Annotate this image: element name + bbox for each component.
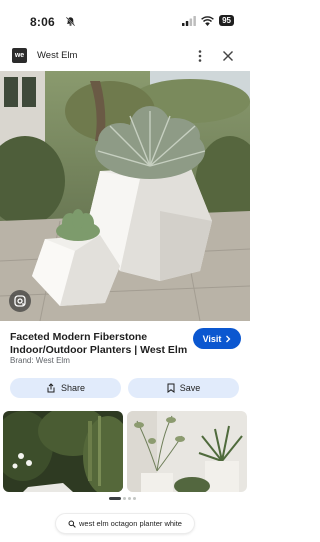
product-title[interactable]: Faceted Modern Fiberstone Indoor/Outdoor…	[10, 331, 190, 357]
related-image[interactable]	[3, 411, 123, 492]
status-indicators: 95	[182, 15, 234, 26]
lens-icon	[14, 295, 26, 307]
visit-button[interactable]: Visit	[193, 328, 241, 349]
save-button[interactable]: Save	[128, 378, 239, 398]
close-icon[interactable]	[222, 50, 234, 62]
save-label: Save	[179, 383, 201, 393]
share-button[interactable]: Share	[10, 378, 121, 398]
status-bar: 8:06 95	[0, 0, 250, 40]
visual-search-button[interactable]	[9, 290, 31, 312]
product-image[interactable]	[0, 71, 250, 321]
bell-slash-icon	[65, 16, 76, 27]
search-icon	[68, 520, 76, 528]
signal-icon	[182, 15, 196, 26]
search-query-pill[interactable]: west elm octagon planter white	[56, 514, 194, 533]
share-label: Share	[60, 383, 86, 393]
search-query-text: west elm octagon planter white	[79, 519, 182, 528]
wifi-icon	[201, 15, 214, 26]
carousel-dot	[109, 497, 121, 500]
carousel-dot	[133, 497, 136, 500]
site-name[interactable]: West Elm	[37, 50, 77, 61]
more-icon[interactable]	[195, 49, 205, 63]
carousel-dot	[123, 497, 126, 500]
related-image[interactable]	[127, 411, 247, 492]
battery-indicator: 95	[219, 15, 234, 26]
status-time: 8:06	[30, 15, 55, 29]
top-bar: we West Elm	[0, 40, 250, 72]
share-icon	[47, 383, 55, 393]
chevron-right-icon	[226, 335, 231, 342]
bookmark-icon	[167, 383, 175, 393]
site-logo: we	[12, 48, 27, 63]
brand-label: Brand: West Elm	[10, 356, 70, 365]
carousel-indicator	[109, 497, 136, 500]
carousel-dot	[128, 497, 131, 500]
visit-label: Visit	[202, 333, 222, 344]
